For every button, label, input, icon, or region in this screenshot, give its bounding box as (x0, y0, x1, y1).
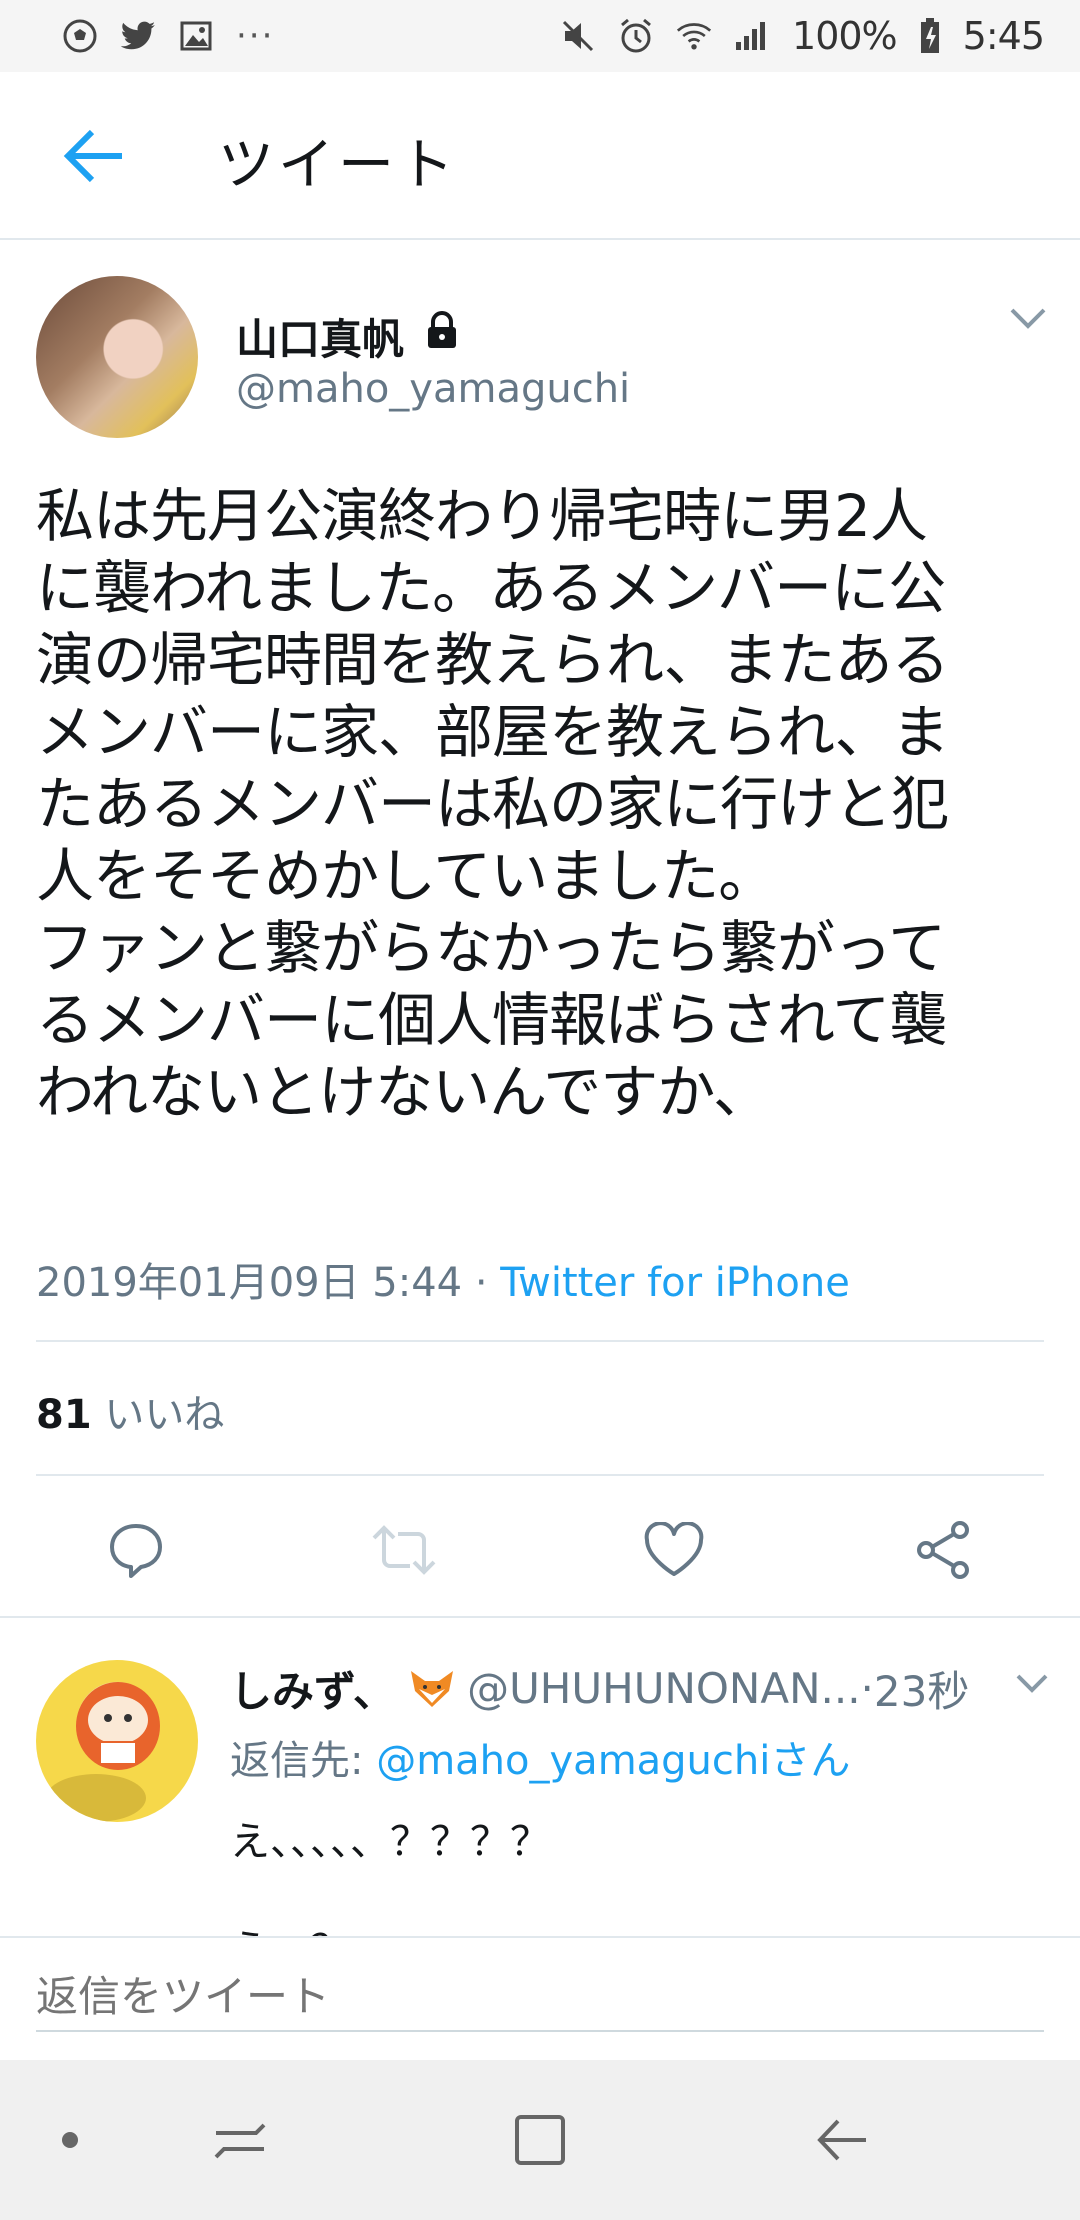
reply-author-name[interactable]: しみず、 (230, 1658, 395, 1719)
share-button[interactable] (904, 1510, 984, 1590)
status-bar: ··· 100% 5:45 (0, 0, 1080, 72)
daruma-illustration (46, 1682, 160, 1822)
reply-text: え、、、、、？？？？ え、？ (230, 1819, 550, 1938)
alarm-icon (618, 18, 654, 54)
chevron-down-icon[interactable] (1008, 304, 1048, 334)
tweet-meta: 2019年01月09日 5:44 · Twitter for iPhone (36, 1250, 850, 1308)
reply-to-handle[interactable]: @maho_yamaguchiさん (376, 1738, 850, 1784)
like-icon (644, 1522, 704, 1576)
arrow-left-icon (63, 129, 122, 183)
reply-author-handle[interactable]: @UHUHUNONAN... (467, 1664, 860, 1713)
back-icon (817, 2119, 866, 2161)
retweet-button[interactable] (364, 1510, 444, 1590)
system-nav-bar (0, 2060, 1080, 2220)
tweet-actions (0, 1510, 1080, 1590)
reply-time: 23秒 (873, 1667, 970, 1716)
author-handle[interactable]: @maho_yamaguchi (236, 366, 630, 412)
chevron-down-icon[interactable] (1014, 1670, 1050, 1698)
status-bar-right: 100% 5:45 (560, 14, 1045, 58)
fox-icon (411, 1670, 454, 1707)
page-title: ツイート (218, 133, 458, 198)
mute-icon (560, 18, 596, 54)
reply-to: 返信先: @maho_yamaguchiさん (230, 1728, 850, 1786)
signal-icon (734, 18, 770, 54)
likes-label: いいね (104, 1392, 225, 1438)
app-header: ツイート (0, 72, 1080, 240)
soccer-ball-icon (62, 18, 98, 54)
like-button[interactable] (634, 1510, 714, 1590)
likes-row[interactable]: 81 いいね (36, 1382, 224, 1440)
tweet-timestamp: 2019年01月09日 5:44 (36, 1260, 463, 1306)
reply-time-separator: · (860, 1664, 874, 1713)
recent-apps-button[interactable] (200, 2100, 280, 2180)
reply-tweet[interactable]: しみず、 @UHUHUNONAN... · 23秒 返信先: @maho_yam… (0, 1618, 1080, 1938)
divider (36, 1474, 1044, 1476)
dot-icon (62, 2132, 78, 2148)
tweet-text: 私は先月公演終わり帰宅時に男2人 に襲われました。あるメンバーに公 演の帰宅時間… (36, 482, 950, 1126)
reply-icon (110, 1524, 162, 1578)
reply-header: しみず、 @UHUHUNONAN... · 23秒 (230, 1658, 969, 1719)
recent-apps-icon (214, 2123, 266, 2159)
back-button[interactable] (54, 116, 134, 196)
tweet-source-link[interactable]: Twitter for iPhone (500, 1260, 850, 1306)
nav-dot-button[interactable] (30, 2100, 110, 2180)
reply-composer (0, 1936, 1080, 2060)
author-name[interactable]: 山口真帆 (236, 306, 404, 367)
meta-separator: · (462, 1260, 501, 1306)
twitter-bird-icon (120, 18, 156, 54)
home-button[interactable] (500, 2100, 580, 2180)
wifi-icon (676, 18, 712, 54)
image-icon (178, 18, 214, 54)
share-icon (917, 1521, 969, 1579)
status-time: 5:45 (962, 14, 1045, 58)
reply-input[interactable] (36, 1962, 1044, 2032)
likes-count: 81 (36, 1392, 92, 1438)
reply-button[interactable] (96, 1510, 176, 1590)
system-back-button[interactable] (802, 2100, 882, 2180)
more-dots-icon: ··· (236, 16, 275, 56)
home-icon (515, 2115, 565, 2165)
battery-percent: 100% (792, 14, 898, 58)
reply-to-label: 返信先: (230, 1738, 377, 1784)
avatar[interactable] (36, 1660, 198, 1822)
avatar[interactable] (36, 276, 198, 438)
status-bar-left: ··· (62, 16, 274, 56)
retweet-icon (372, 1525, 436, 1575)
battery-icon (919, 18, 941, 54)
lock-icon (428, 311, 456, 348)
divider (36, 1340, 1044, 1342)
